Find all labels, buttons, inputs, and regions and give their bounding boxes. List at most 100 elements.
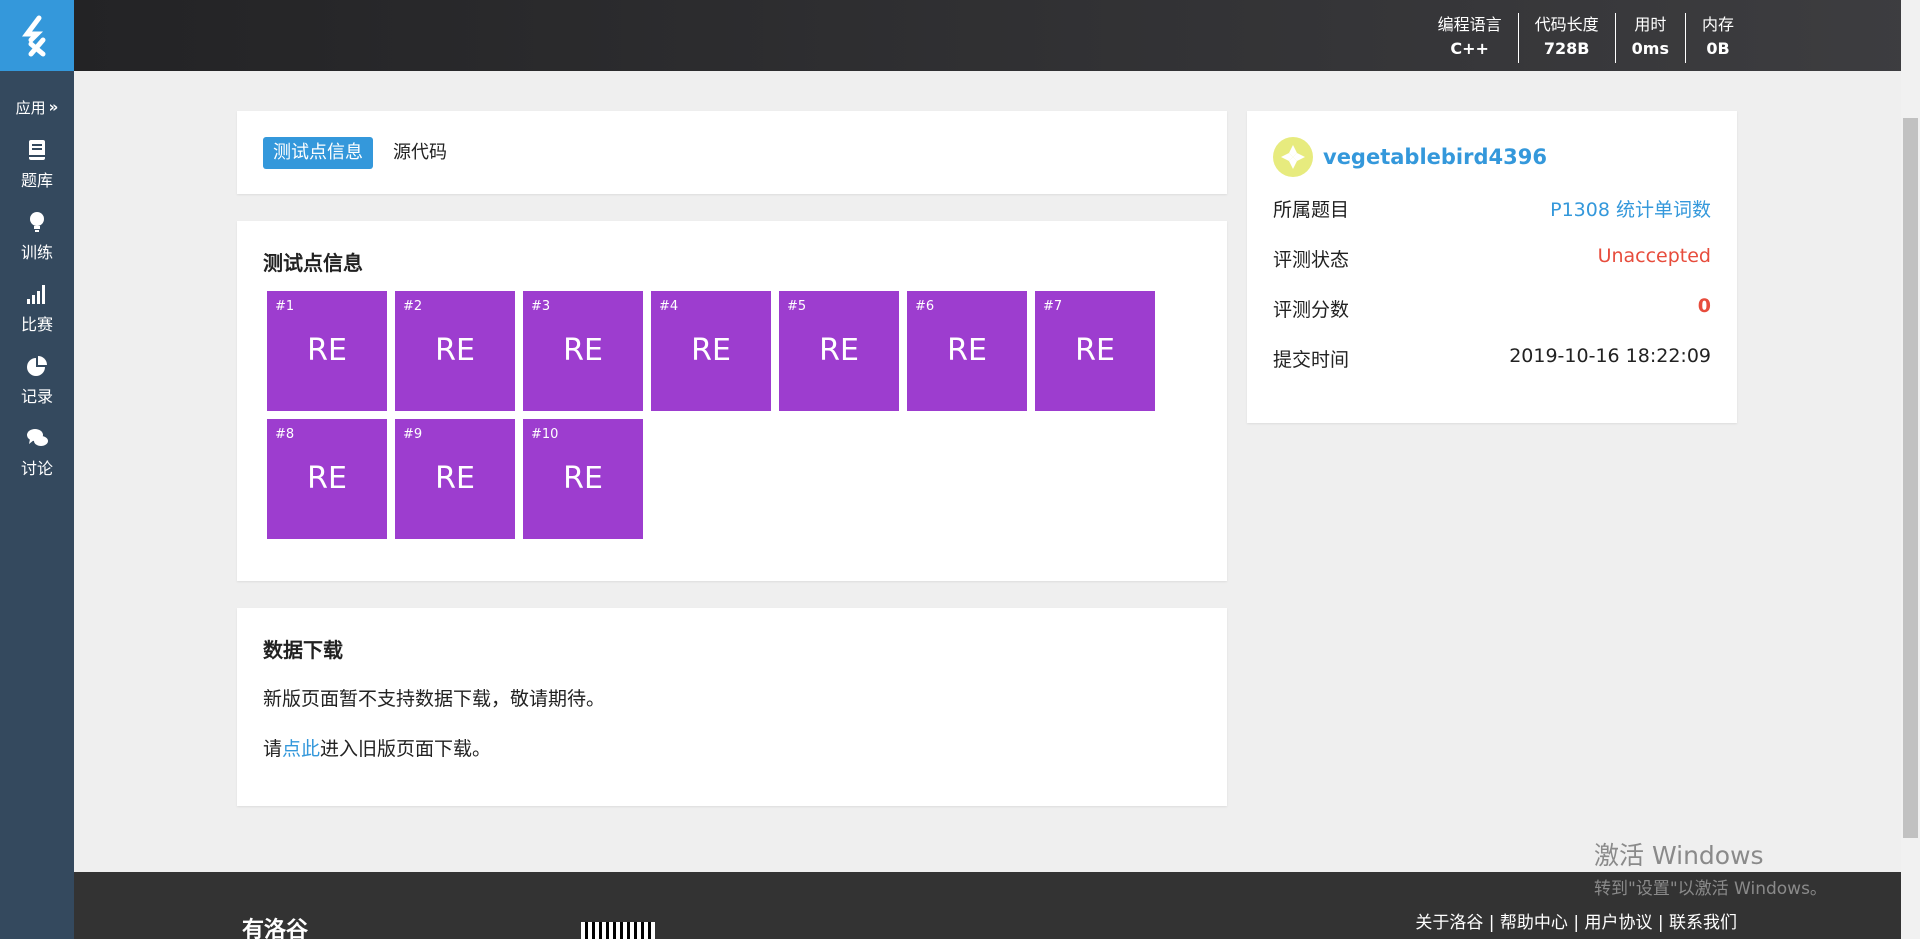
info-key: 提交时间 — [1273, 349, 1350, 371]
apps-label: 应用 — [15, 98, 46, 117]
chat-bubbles-icon — [27, 429, 48, 446]
avatar[interactable] — [1273, 137, 1313, 177]
download-card: 数据下载 新版页面暂不支持数据下载，敬请期待。 请点此进入旧版页面下载。 — [237, 608, 1227, 806]
watermark-title: 激活 Windows — [1594, 841, 1764, 870]
stat-label: 编程语言 — [1437, 15, 1502, 34]
stat-time: 用时 0ms — [1614, 13, 1685, 63]
info-key: 评测状态 — [1273, 249, 1350, 271]
info-row-submit-time: 提交时间 2019-10-16 18:22:09 — [1273, 345, 1711, 375]
signal-bars-icon — [27, 285, 45, 304]
sidebar-item-discuss[interactable]: 讨论 — [0, 417, 74, 489]
tab-source-code[interactable]: 源代码 — [383, 137, 457, 169]
user-row: vegetablebird4396 — [1273, 137, 1547, 177]
info-key: 所属题目 — [1273, 199, 1350, 221]
tabs-card: 测试点信息 源代码 — [237, 111, 1227, 194]
test-case-number: #1 — [275, 299, 295, 314]
test-case-status: RE — [435, 461, 475, 496]
test-case-status: RE — [819, 333, 859, 368]
sidebar-item-label: 训练 — [20, 243, 53, 262]
submit-time: 2019-10-16 18:22:09 — [1509, 345, 1711, 367]
avatar-pattern-icon — [1281, 145, 1305, 169]
info-row-score: 评测分数 0 — [1273, 295, 1711, 325]
test-case-tile[interactable]: #2 RE — [395, 291, 515, 411]
stat-value: C++ — [1450, 39, 1489, 58]
test-case-status: RE — [563, 333, 603, 368]
download-title: 数据下载 — [263, 638, 343, 662]
test-case-status: RE — [691, 333, 731, 368]
test-case-tile[interactable]: #7 RE — [1035, 291, 1155, 411]
book-icon — [29, 140, 45, 160]
sidebar-item-label: 比赛 — [20, 315, 53, 334]
sidebar-item-problems[interactable]: 题库 — [0, 129, 74, 201]
test-case-tile[interactable]: #4 RE — [651, 291, 771, 411]
test-case-number: #7 — [1043, 299, 1063, 314]
download-old-page: 请点此进入旧版页面下载。 — [263, 734, 491, 761]
test-case-number: #5 — [787, 299, 807, 314]
info-row-status: 评测状态 Unaccepted — [1273, 245, 1711, 275]
test-case-tile[interactable]: #8 RE — [267, 419, 387, 539]
test-case-tile[interactable]: #10 RE — [523, 419, 643, 539]
submission-info-card: vegetablebird4396 所属题目 P1308 统计单词数 评测状态 … — [1247, 111, 1737, 423]
test-case-status: RE — [435, 333, 475, 368]
stat-code-length: 代码长度 728B — [1517, 13, 1615, 63]
test-case-tile[interactable]: #6 RE — [907, 291, 1027, 411]
footer-logo: 有洛谷 — [242, 918, 309, 939]
sidebar-item-label: 题库 — [20, 171, 53, 190]
judge-score: 0 — [1697, 295, 1711, 317]
stat-label: 内存 — [1701, 15, 1734, 34]
test-case-number: #9 — [403, 427, 423, 442]
test-case-number: #10 — [531, 427, 559, 442]
stat-label: 用时 — [1634, 15, 1667, 34]
sidebar-item-label: 讨论 — [20, 459, 53, 478]
info-key: 评测分数 — [1273, 299, 1350, 321]
download-suffix: 进入旧版页面下载。 — [320, 738, 492, 760]
test-case-number: #2 — [403, 299, 423, 314]
scrollbar-thumb[interactable] — [1903, 118, 1918, 838]
sidebar: 应用 » 题库 训练 比赛 记录 讨论 — [0, 0, 74, 939]
watermark-subtitle: 转到"设置"以激活 Windows。 — [1594, 879, 1827, 899]
test-cases-title: 测试点信息 — [263, 251, 363, 275]
windows-activation-watermark: 激活 Windows 转到"设置"以激活 Windows。 — [1594, 836, 1827, 899]
test-case-grid: #1 RE #2 RE #3 RE #4 RE #5 RE #6 RE #7 RE #8 RE #9 RE #10 R… — [267, 291, 1167, 539]
double-chevron-right-icon: » — [48, 98, 59, 116]
sidebar-item-contests[interactable]: 比赛 — [0, 273, 74, 345]
pie-chart-icon — [27, 356, 47, 376]
lightbulb-icon — [30, 212, 44, 232]
sidebar-item-records[interactable]: 记录 — [0, 345, 74, 417]
submission-stats: 编程语言 C++ 代码长度 728B 用时 0ms 内存 0B — [1422, 13, 1750, 63]
test-case-status: RE — [947, 333, 987, 368]
stat-value: 0ms — [1631, 39, 1669, 58]
username-link[interactable]: vegetablebird4396 — [1323, 145, 1547, 169]
download-notice: 新版页面暂不支持数据下载，敬请期待。 — [263, 688, 606, 710]
test-case-tile[interactable]: #5 RE — [779, 291, 899, 411]
luogu-logo[interactable] — [0, 0, 74, 71]
test-case-status: RE — [1075, 333, 1115, 368]
stat-language: 编程语言 C++ — [1422, 13, 1518, 63]
stat-value: 0B — [1706, 39, 1730, 58]
old-page-link[interactable]: 点此 — [282, 738, 320, 760]
page-scrollbar[interactable] — [1901, 0, 1920, 939]
stat-value: 728B — [1543, 39, 1590, 58]
test-case-number: #4 — [659, 299, 679, 314]
test-case-number: #8 — [275, 427, 295, 442]
info-row-problem: 所属题目 P1308 统计单词数 — [1273, 195, 1711, 225]
problem-link[interactable]: P1308 统计单词数 — [1550, 195, 1711, 225]
test-case-tile[interactable]: #9 RE — [395, 419, 515, 539]
test-case-status: RE — [307, 333, 347, 368]
qr-code — [581, 922, 655, 939]
stat-label: 代码长度 — [1534, 15, 1599, 34]
top-bar: 编程语言 C++ 代码长度 728B 用时 0ms 内存 0B — [74, 0, 1920, 71]
apps-toggle[interactable]: 应用 » — [0, 71, 74, 129]
judge-status: Unaccepted — [1597, 245, 1711, 267]
test-cases-card: 测试点信息 #1 RE #2 RE #3 RE #4 RE #5 RE #6 RE #7 RE #8 RE #9… — [237, 221, 1227, 581]
test-case-status: RE — [563, 461, 603, 496]
download-prefix: 请 — [263, 738, 283, 760]
test-case-number: #3 — [531, 299, 551, 314]
footer-links[interactable]: 关于洛谷 | 帮助中心 | 用户协议 | 联系我们 — [1415, 908, 1737, 933]
test-case-tile[interactable]: #1 RE — [267, 291, 387, 411]
test-case-tile[interactable]: #3 RE — [523, 291, 643, 411]
stat-memory: 内存 0B — [1684, 13, 1750, 63]
sidebar-item-training[interactable]: 训练 — [0, 201, 74, 273]
test-case-number: #6 — [915, 299, 935, 314]
tab-test-cases[interactable]: 测试点信息 — [263, 137, 373, 169]
